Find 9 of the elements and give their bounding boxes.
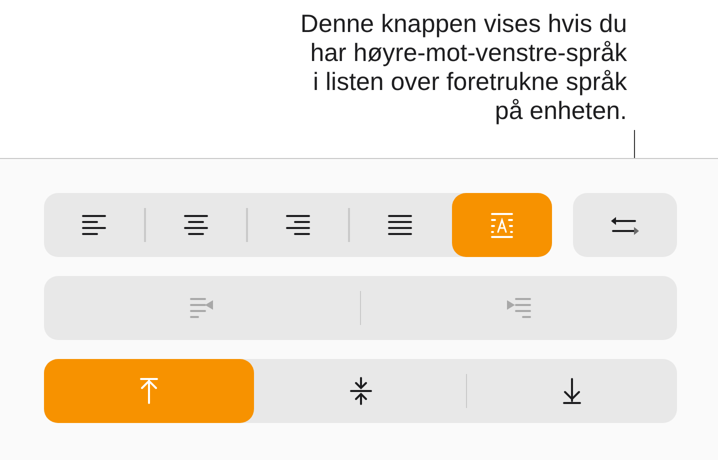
align-bottom-icon (560, 377, 584, 405)
increase-indent-icon (506, 296, 532, 320)
decrease-indent-icon (188, 296, 215, 320)
align-middle-icon (348, 377, 372, 405)
align-top-icon (137, 377, 161, 405)
align-top-button[interactable] (44, 359, 254, 423)
text-fit-icon (488, 212, 515, 238)
callout-text: Denne knappen vises hvis du har høyre-mot-venstre-språk i listen over foretrukne språk på enheten. (300, 10, 627, 126)
text-direction-button[interactable] (573, 193, 677, 257)
